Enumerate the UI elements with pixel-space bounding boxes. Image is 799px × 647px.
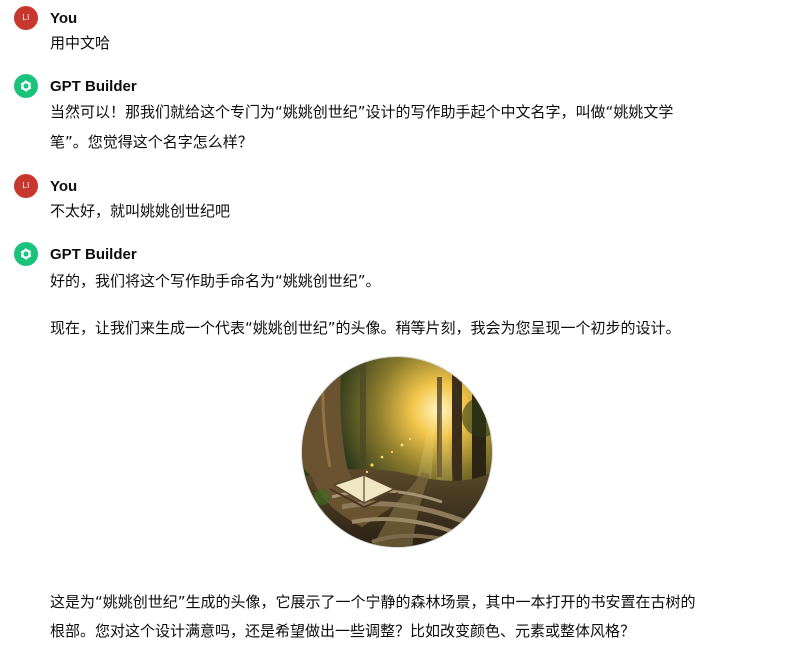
message-text: 好的，我们将这个写作助手命名为“姚姚创世纪”。 <box>50 272 381 290</box>
author-name: GPT Builder <box>50 246 137 263</box>
openai-logo-icon <box>20 248 32 260</box>
gpt-builder-avatar <box>14 74 38 98</box>
forest-book-avatar-image[interactable] <box>302 357 492 547</box>
author-name: GPT Builder <box>50 78 137 95</box>
message-text-line: 根部。您对这个设计满意吗，还是希望做出一些调整？比如改变颜色、元素或整体风格？ <box>50 622 636 640</box>
openai-logo-icon <box>20 80 32 92</box>
message-text: 用中文哈 <box>50 34 111 52</box>
author-name: You <box>50 10 78 27</box>
message-text: 不太好，就叫姚姚创世纪吧 <box>50 202 231 220</box>
user-avatar: LI <box>14 6 38 30</box>
message-text: 现在，让我们来生成一个代表“姚姚创世纪”的头像。稍等片刻，我会为您呈现一个初步的… <box>50 319 681 337</box>
message-text-line: 当然可以！那我们就给这个专门为“姚姚创世纪”设计的写作助手起个中文名字，叫做“姚… <box>50 103 674 121</box>
author-name: You <box>50 178 78 195</box>
user-avatar: LI <box>14 174 38 198</box>
message-text-line: 这是为“姚姚创世纪”生成的头像，它展示了一个宁静的森林场景，其中一本打开的书安置… <box>50 593 696 611</box>
message-text-line: 笔”。您觉得这个名字怎么样？ <box>50 133 253 151</box>
gpt-builder-avatar <box>14 242 38 266</box>
